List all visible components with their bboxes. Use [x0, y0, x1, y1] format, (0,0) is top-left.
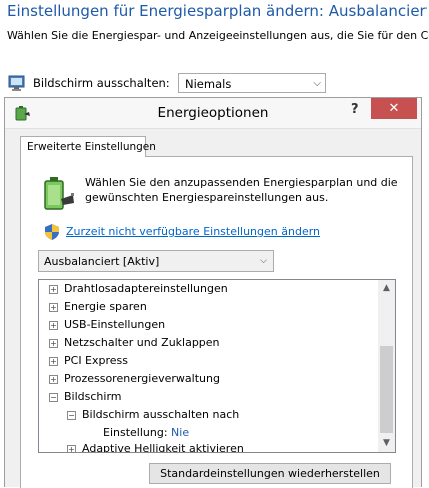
close-button[interactable]: ✕ [371, 98, 417, 119]
setting-label: Einstellung: Nie [103, 426, 190, 439]
uac-shield-icon [45, 224, 59, 240]
tree-item-label: Adaptive Helligkeit aktivieren [82, 442, 244, 453]
expand-icon[interactable]: + [49, 375, 58, 384]
display-off-row: Bildschirm ausschalten: Niemals ⌵ [7, 73, 337, 95]
scroll-down-icon[interactable]: ▼ [378, 435, 395, 452]
chevron-down-icon: ⌵ [313, 78, 321, 89]
display-off-select[interactable]: Niemals ⌵ [178, 73, 326, 93]
tree-item-label: USB-Einstellungen [64, 318, 166, 331]
restore-defaults-button[interactable]: Standardeinstellungen wiederherstellen [149, 463, 391, 484]
tree-item-label: Bildschirm ausschalten nach [82, 408, 240, 421]
tree-item-label: Netzschalter und Zuklappen [64, 336, 220, 349]
advanced-settings-panel: Wählen Sie den anzupassenden Energiespar… [20, 156, 413, 488]
scroll-up-icon[interactable]: ▲ [378, 280, 395, 297]
tree-scrollbar[interactable]: ▲ ▼ [378, 280, 395, 452]
tree-item-label: PCI Express [64, 354, 129, 367]
power-options-dialog: Energieoptionen ? ✕ Erweiterte Einstellu… [4, 97, 422, 488]
power-plan-value: Ausbalanciert [Aktiv] [44, 255, 160, 268]
help-button[interactable]: ? [351, 102, 359, 117]
battery-plug-icon [44, 177, 74, 210]
dialog-titlebar[interactable]: Energieoptionen ? ✕ [5, 98, 421, 129]
settings-tree[interactable]: + Drahtlosadaptereinstellungen + Energie… [38, 279, 396, 453]
scroll-thumb[interactable] [380, 346, 393, 433]
collapse-icon[interactable]: − [49, 393, 58, 402]
display-off-value: Niemals [185, 77, 232, 91]
power-plan-icon [8, 75, 25, 91]
tree-item-label: Energie sparen [64, 300, 147, 313]
change-unavailable-settings-link[interactable]: Zurzeit nicht verfügbare Einstellungen ä… [66, 225, 320, 238]
setting-value[interactable]: Nie [171, 426, 189, 439]
tab-advanced-settings[interactable]: Erweiterte Einstellungen [20, 136, 156, 157]
page-title: Einstellungen für Energiesparplan ändern… [7, 2, 427, 20]
plan-description: Wählen Sie den anzupassenden Energiespar… [85, 176, 398, 204]
display-off-label: Bildschirm ausschalten: [33, 76, 170, 90]
expand-icon[interactable]: + [49, 339, 58, 348]
chevron-down-icon: ⌵ [260, 256, 267, 266]
expand-icon[interactable]: + [49, 303, 58, 312]
dialog-title: Energieoptionen [157, 105, 269, 121]
expand-icon[interactable]: + [49, 321, 58, 330]
power-plan-select[interactable]: Ausbalanciert [Aktiv] ⌵ [38, 250, 274, 272]
tree-item-label: Drahtlosadaptereinstellungen [64, 282, 228, 295]
expand-icon[interactable]: + [49, 357, 58, 366]
tree-item-label: Bildschirm [64, 390, 122, 403]
tree-item-label: Prozessorenergieverwaltung [64, 372, 220, 385]
page-description: Wählen Sie die Energiespar- und Anzeigee… [7, 29, 429, 42]
expand-icon[interactable]: + [67, 445, 76, 452]
collapse-icon[interactable]: − [67, 411, 76, 420]
expand-icon[interactable]: + [49, 285, 58, 294]
